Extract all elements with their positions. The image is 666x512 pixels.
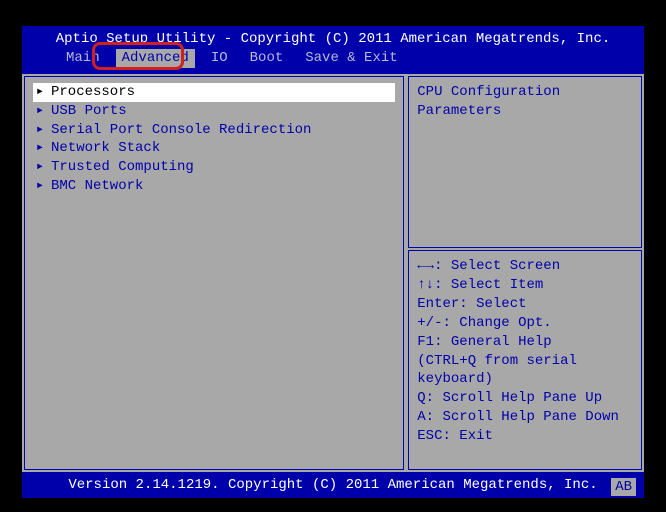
tab-save-exit[interactable]: Save & Exit (299, 49, 403, 68)
submenu-label: Serial Port Console Redirection (51, 121, 311, 140)
submenu-item-usb-ports[interactable]: ▸ USB Ports (33, 102, 395, 121)
info-pane: CPU Configuration Parameters ←→: Select … (408, 76, 642, 470)
help-line: ↑↓: Select Item (417, 276, 633, 295)
ab-badge: AB (611, 478, 636, 496)
tab-bar: Main Advanced IO Boot Save & Exit (32, 49, 634, 68)
submenu-arrow-icon: ▸ (35, 177, 45, 196)
submenu-item-trusted-computing[interactable]: ▸ Trusted Computing (33, 158, 395, 177)
help-line: Q: Scroll Help Pane Up (417, 389, 633, 408)
description-line: Parameters (417, 102, 633, 121)
submenu-arrow-icon: ▸ (35, 158, 45, 177)
submenu-label: BMC Network (51, 177, 143, 196)
help-line: F1: General Help (417, 333, 633, 352)
description-pane: CPU Configuration Parameters (408, 76, 642, 248)
submenu-label: USB Ports (51, 102, 127, 121)
tab-io[interactable]: IO (205, 49, 234, 68)
content-area: ▸ Processors ▸ USB Ports ▸ Serial Port C… (22, 74, 644, 472)
submenu-pane: ▸ Processors ▸ USB Ports ▸ Serial Port C… (24, 76, 404, 470)
help-line: +/-: Change Opt. (417, 314, 633, 333)
help-line: Enter: Select (417, 295, 633, 314)
submenu-item-bmc-network[interactable]: ▸ BMC Network (33, 177, 395, 196)
submenu-arrow-icon: ▸ (35, 83, 45, 102)
description-line: CPU Configuration (417, 83, 633, 102)
submenu-arrow-icon: ▸ (35, 121, 45, 140)
help-line: ←→: Select Screen (417, 257, 633, 276)
submenu-item-serial-port[interactable]: ▸ Serial Port Console Redirection (33, 121, 395, 140)
tab-main[interactable]: Main (60, 49, 106, 68)
bottom-bar: Version 2.14.1219. Copyright (C) 2011 Am… (22, 472, 644, 498)
version-text: Version 2.14.1219. Copyright (C) 2011 Am… (68, 477, 597, 493)
help-pane: ←→: Select Screen ↑↓: Select Item Enter:… (408, 250, 642, 470)
submenu-label: Processors (51, 83, 135, 102)
tab-boot[interactable]: Boot (244, 49, 290, 68)
help-line: keyboard) (417, 370, 633, 389)
submenu-item-network-stack[interactable]: ▸ Network Stack (33, 139, 395, 158)
submenu-item-processors[interactable]: ▸ Processors (33, 83, 395, 102)
app-title: Aptio Setup Utility - Copyright (C) 2011… (32, 30, 634, 49)
submenu-arrow-icon: ▸ (35, 102, 45, 121)
top-bar: Aptio Setup Utility - Copyright (C) 2011… (22, 26, 644, 74)
tab-advanced[interactable]: Advanced (116, 49, 195, 68)
submenu-label: Trusted Computing (51, 158, 194, 177)
help-line: ESC: Exit (417, 427, 633, 446)
submenu-label: Network Stack (51, 139, 160, 158)
bios-screen: Aptio Setup Utility - Copyright (C) 2011… (18, 22, 648, 490)
help-line: (CTRL+Q from serial (417, 352, 633, 371)
help-line: A: Scroll Help Pane Down (417, 408, 633, 427)
submenu-arrow-icon: ▸ (35, 139, 45, 158)
